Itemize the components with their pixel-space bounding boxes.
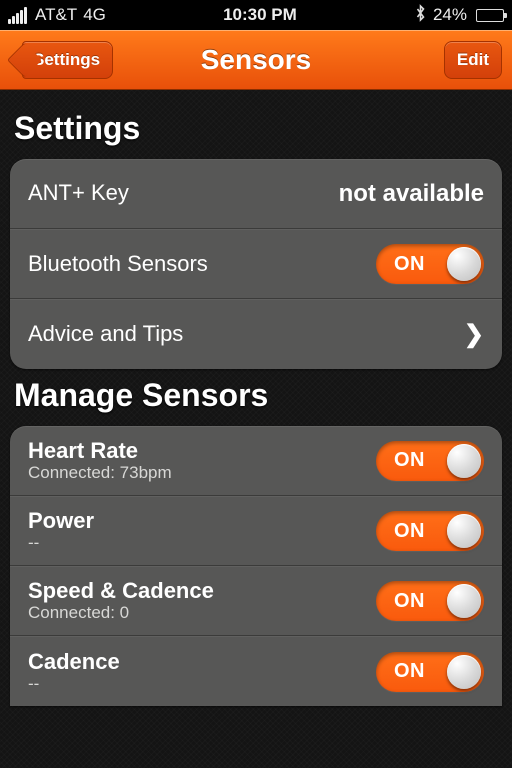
edit-button-label: Edit [457,50,489,69]
speed-cadence-toggle[interactable]: ON [376,581,484,621]
manage-group: Heart Rate Connected: 73bpm ON Power -- … [10,426,502,706]
battery-pct: 24% [433,5,467,25]
toggle-knob [447,514,481,548]
settings-group: ANT+ Key not available Bluetooth Sensors… [10,159,502,369]
status-bar: AT&T 4G 10:30 PM 24% [0,0,512,30]
sensor-row-speed-cadence: Speed & Cadence Connected: 0 ON [10,566,502,636]
toggle-on-label: ON [394,590,425,613]
sensor-name: Power [28,509,376,533]
ant-key-label: ANT+ Key [28,181,339,205]
sensor-row-cadence: Cadence -- ON [10,636,502,706]
toggle-on-label: ON [394,253,425,276]
signal-icon [8,7,27,24]
toggle-knob [447,655,481,689]
sensor-status: -- [28,534,376,553]
bluetooth-sensors-row: Bluetooth Sensors ON [10,229,502,299]
bluetooth-icon [414,4,427,27]
back-button[interactable]: Settings [22,41,113,79]
battery-icon [473,9,504,22]
heart-rate-toggle[interactable]: ON [376,441,484,481]
navbar: Settings Sensors Edit [0,30,512,90]
advice-tips-label: Advice and Tips [28,322,458,346]
chevron-right-icon: ❯ [464,320,484,349]
sensor-status: Connected: 73bpm [28,464,376,483]
sensor-name: Cadence [28,650,376,674]
toggle-knob [447,444,481,478]
toggle-on-label: ON [394,449,425,472]
section-title-manage: Manage Sensors [14,377,498,414]
bluetooth-sensors-toggle[interactable]: ON [376,244,484,284]
toggle-on-label: ON [394,520,425,543]
advice-tips-row[interactable]: Advice and Tips ❯ [10,299,502,369]
carrier-label: AT&T [35,5,77,25]
ant-key-row[interactable]: ANT+ Key not available [10,159,502,229]
sensor-name: Heart Rate [28,439,376,463]
sensor-row-power: Power -- ON [10,496,502,566]
clock-label: 10:30 PM [106,5,414,25]
toggle-knob [447,584,481,618]
toggle-on-label: ON [394,660,425,683]
network-label: 4G [83,5,106,25]
cadence-toggle[interactable]: ON [376,652,484,692]
sensor-status: Connected: 0 [28,604,376,623]
toggle-knob [447,247,481,281]
power-toggle[interactable]: ON [376,511,484,551]
ant-key-value: not available [339,180,484,208]
edit-button[interactable]: Edit [444,41,502,79]
sensor-name: Speed & Cadence [28,579,376,603]
bluetooth-sensors-label: Bluetooth Sensors [28,252,376,276]
sensor-status: -- [28,675,376,694]
section-title-settings: Settings [14,110,498,147]
sensor-row-heart-rate: Heart Rate Connected: 73bpm ON [10,426,502,496]
back-button-label: Settings [33,50,100,69]
